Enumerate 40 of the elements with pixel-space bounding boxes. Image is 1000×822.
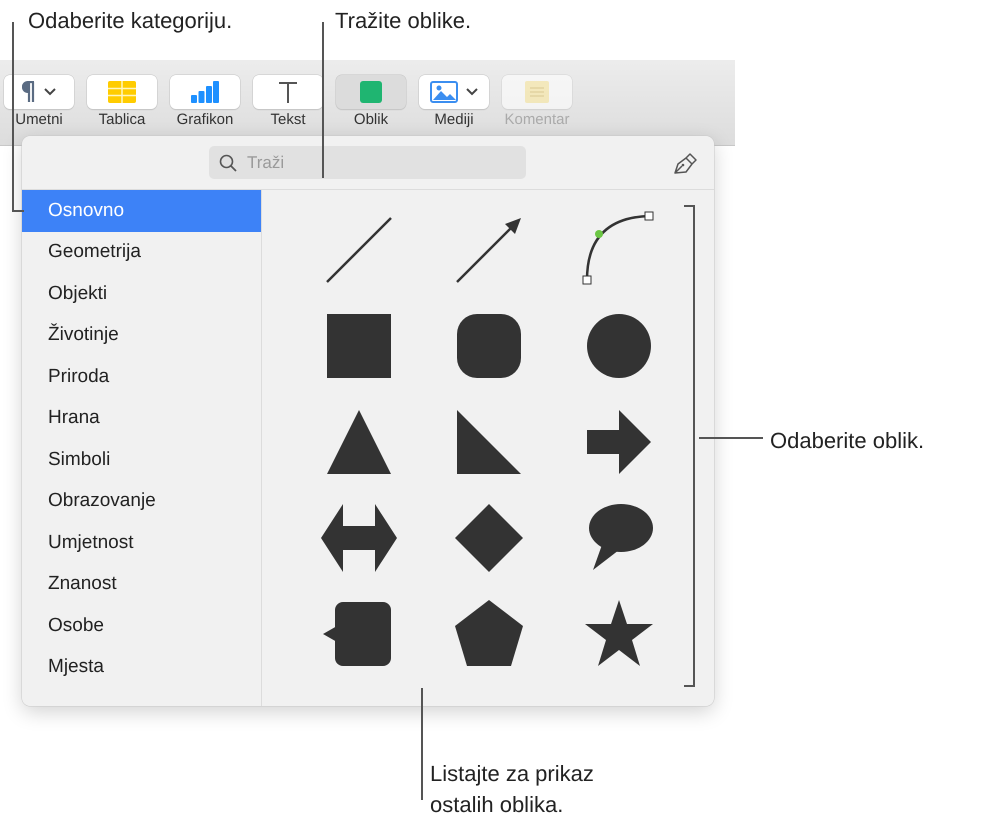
- toolbar-button[interactable]: [4, 75, 74, 109]
- chevron-icon: [466, 88, 478, 96]
- paragraph-icon: [22, 81, 36, 103]
- toolbar-label: Tablica: [98, 111, 146, 129]
- category-item[interactable]: Geometrija: [22, 232, 261, 273]
- toolbar-label: Tekst: [270, 111, 306, 129]
- category-item[interactable]: Priroda: [22, 356, 261, 398]
- category-item[interactable]: Znanost: [22, 564, 261, 605]
- callout-text: Odaberite kategoriju.: [28, 7, 232, 35]
- toolbar-button[interactable]: [170, 75, 240, 109]
- callout-text: Tražite oblike.: [335, 7, 472, 35]
- category-item[interactable]: Osobe: [22, 605, 261, 646]
- toolbar-label: Mediji: [434, 111, 474, 129]
- bar-chart-icon: [191, 81, 219, 103]
- pen-icon[interactable]: [672, 152, 698, 176]
- square-icon: [360, 81, 382, 103]
- callout-text: Odaberite oblik.: [770, 427, 924, 455]
- toolbar-button[interactable]: [253, 75, 323, 109]
- toolbar-label: Komentar: [504, 111, 570, 129]
- category-item[interactable]: Hrana: [22, 398, 261, 439]
- table-icon: [108, 81, 136, 103]
- search-icon: [219, 154, 237, 172]
- category-item[interactable]: Mjesta: [22, 646, 261, 688]
- category-item[interactable]: Umjetnost: [22, 522, 261, 564]
- category-item[interactable]: Simboli: [22, 439, 261, 480]
- leader-line: [699, 437, 763, 439]
- category-item[interactable]: Životinje: [22, 314, 261, 356]
- search-field[interactable]: Traži: [209, 146, 526, 179]
- toolbar-label: Umetni: [15, 111, 63, 129]
- category-item[interactable]: Objekti: [22, 273, 261, 314]
- toolbar-label: Oblik: [354, 111, 388, 129]
- image-icon: [430, 81, 458, 103]
- category-item[interactable]: Obrazovanje: [22, 480, 261, 522]
- toolbar-button[interactable]: [419, 75, 489, 109]
- text-icon: [278, 81, 298, 103]
- category-item[interactable]: Osnovno: [22, 190, 261, 232]
- callout-text: Listajte za prikaz ostalih oblika.: [430, 760, 595, 819]
- chevron-icon: [44, 88, 56, 96]
- toolbar-label: Grafikon: [176, 111, 234, 129]
- note-icon: [525, 81, 549, 103]
